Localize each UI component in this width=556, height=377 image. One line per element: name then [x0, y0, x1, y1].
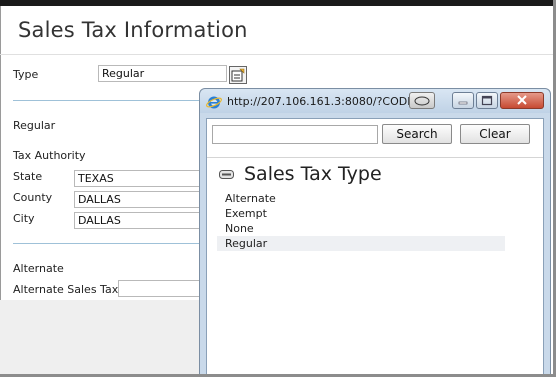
clear-button[interactable]: Clear [460, 124, 530, 144]
page-title: Sales Tax Information [18, 18, 248, 42]
popup-url: http://207.106.161.3:8080/?CODE_GROUP [227, 95, 417, 108]
county-field[interactable]: DALLAS [74, 191, 204, 208]
state-field[interactable]: TEXAS [74, 170, 204, 187]
city-field[interactable]: DALLAS [74, 212, 204, 229]
alternate-section-label: Alternate [13, 262, 64, 275]
restore-icon [414, 96, 430, 106]
maximize-button[interactable] [476, 92, 498, 109]
list-item-alternate[interactable]: Alternate [217, 191, 505, 206]
collapse-icon[interactable] [219, 170, 234, 179]
sales-tax-type-list: Alternate Exempt None Regular [217, 191, 505, 251]
city-label: City [13, 212, 35, 225]
section-divider-2 [13, 243, 203, 244]
popup-heading: Sales Tax Type [244, 163, 382, 185]
minimize-icon [458, 101, 468, 105]
regular-section-label: Regular [13, 119, 56, 132]
popup-titlebar[interactable]: http://207.106.161.3:8080/?CODE_GROUP [200, 89, 550, 113]
search-button[interactable]: Search [382, 124, 452, 144]
popup-divider [207, 157, 543, 158]
type-field[interactable]: Regular [98, 65, 227, 82]
lookup-icon [231, 68, 245, 82]
list-item-regular[interactable]: Regular [217, 236, 505, 251]
alternate-sales-tax-field[interactable] [118, 280, 204, 297]
minimize-button[interactable] [452, 92, 474, 109]
list-item-none[interactable]: None [217, 221, 505, 236]
overlay-button[interactable] [409, 92, 435, 109]
section-divider [13, 100, 203, 101]
footer-area [0, 300, 200, 374]
type-lookup-button[interactable] [229, 66, 247, 84]
close-button[interactable] [500, 92, 544, 109]
internet-explorer-icon [206, 96, 222, 109]
top-border [0, 0, 556, 6]
county-label: County [13, 191, 53, 204]
maximize-icon [481, 95, 493, 106]
lookup-popup-window: http://207.106.161.3:8080/?CODE_GROUP [199, 88, 551, 377]
title-divider [0, 54, 553, 55]
type-label: Type [13, 68, 39, 81]
popup-search-input[interactable] [212, 125, 378, 144]
tax-authority-label: Tax Authority [13, 149, 86, 162]
alternate-sales-tax-label: Alternate Sales Tax [13, 283, 119, 296]
popup-content: Search Clear Sales Tax Type Alternate Ex… [206, 118, 544, 376]
close-icon [517, 95, 527, 105]
state-label: State [13, 170, 43, 183]
list-item-exempt[interactable]: Exempt [217, 206, 505, 221]
